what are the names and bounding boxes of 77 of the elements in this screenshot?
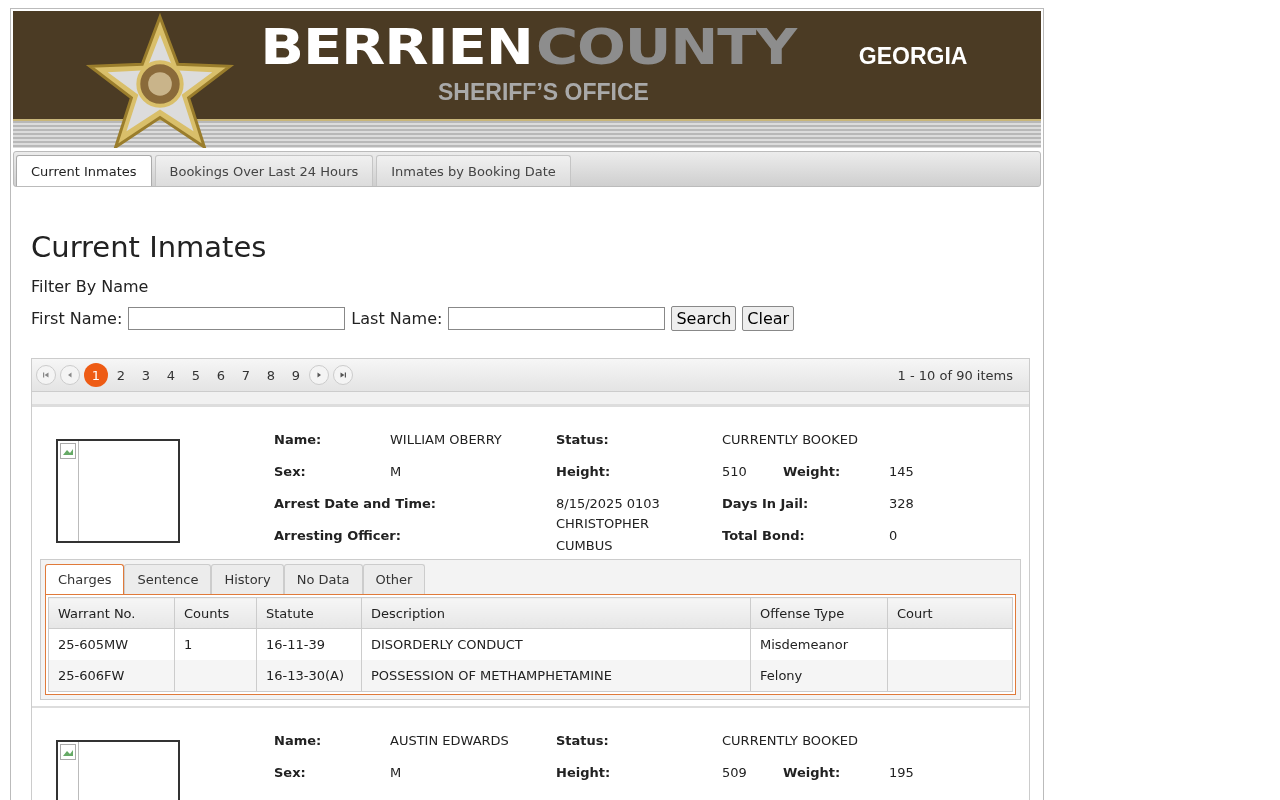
field-label: Status: — [556, 431, 610, 447]
page-link[interactable]: 7 — [234, 363, 258, 387]
page-title: Current Inmates — [31, 229, 268, 265]
column-header: Court — [887, 597, 1013, 629]
field-value: M — [390, 463, 403, 479]
filter-heading: Filter By Name — [31, 277, 150, 296]
field-label: Arrest Date and Time: — [274, 495, 438, 511]
table-cell: 16-11-39 — [266, 637, 325, 652]
page-link[interactable]: 3 — [134, 363, 158, 387]
column-header: Warrant No. — [48, 597, 175, 629]
field-value: CURRENTLY BOOKED — [722, 732, 860, 748]
detail-tab[interactable]: Sentence — [124, 564, 212, 594]
field-label: Name: — [274, 431, 323, 447]
banner-title: BERRIEN — [260, 21, 533, 73]
field-label: Sex: — [274, 764, 307, 780]
field-label: Sex: — [274, 463, 307, 479]
nav-tab[interactable]: Inmates by Booking Date — [376, 155, 571, 186]
table-cell: 1 — [184, 637, 193, 652]
field-value: AUSTIN EDWARDS — [390, 732, 510, 748]
page-link[interactable]: 4 — [159, 363, 183, 387]
field-label: Status: — [556, 732, 610, 748]
field-label: Arresting Officer: — [274, 527, 402, 543]
detail-tab[interactable]: History — [211, 564, 284, 594]
state-name: GEORGIA — [858, 43, 968, 70]
table-cell: 25-605MW — [58, 637, 129, 652]
detail-tab[interactable]: Other — [362, 564, 426, 594]
banner-subtitle: SHERIFF’S OFFICE — [438, 79, 650, 106]
detail-tab[interactable]: No Data — [283, 564, 363, 594]
column-header: Statute — [256, 597, 362, 629]
field-value: CURRENTLY BOOKED — [722, 431, 860, 447]
field-value: 195 — [889, 764, 915, 780]
field-value: 8/15/2025 0103 — [556, 495, 661, 511]
broken-image-icon — [60, 443, 76, 459]
page-link[interactable]: 5 — [184, 363, 208, 387]
column-header: Description — [361, 597, 751, 629]
field-value: 510 — [722, 463, 748, 479]
field-label: Weight: — [783, 764, 842, 780]
field-label: Name: — [274, 732, 323, 748]
field-label: Last Name: — [351, 309, 443, 328]
column-header: Offense Type — [750, 597, 888, 629]
next-page-icon[interactable] — [309, 365, 329, 385]
field-label: Height: — [556, 764, 612, 780]
field-label: Total Bond: — [722, 527, 806, 543]
first-name-field[interactable] — [128, 307, 346, 330]
field-label: Height: — [556, 463, 612, 479]
page-link[interactable]: 8 — [259, 363, 283, 387]
broken-image-icon — [60, 744, 76, 760]
filter-button[interactable]: Clear — [742, 306, 795, 331]
page-link[interactable]: 6 — [209, 363, 233, 387]
nav-tab[interactable]: Bookings Over Last 24 Hours — [154, 155, 374, 186]
table-cell: 16-13-30(A) — [266, 668, 345, 683]
first-page-icon[interactable] — [36, 365, 56, 385]
last-name-field[interactable] — [448, 307, 666, 330]
last-page-icon[interactable] — [333, 365, 353, 385]
table-cell: Misdemeanor — [760, 637, 849, 652]
field-value: CHRISTOPHER CUMBUS — [556, 515, 650, 555]
detail-tab[interactable]: Charges — [45, 564, 125, 594]
table-cell: 25-606FW — [58, 668, 125, 683]
pager-info: 1 - 10 of 90 items — [897, 367, 1013, 383]
field-value: M — [390, 764, 403, 780]
field-value: 145 — [889, 463, 915, 479]
column-header: Counts — [174, 597, 257, 629]
table-cell: POSSESSION OF METHAMPHETAMINE — [371, 668, 612, 683]
filter-button[interactable]: Search — [671, 306, 737, 331]
field-value: WILLIAM OBERRY — [390, 431, 503, 447]
table-cell: Felony — [760, 668, 803, 683]
field-label: Days In Jail: — [722, 495, 810, 511]
table-cell: DISORDERLY CONDUCT — [371, 637, 523, 652]
field-value: 328 — [889, 495, 915, 511]
field-label: Weight: — [783, 463, 842, 479]
page-link[interactable]: 2 — [109, 363, 133, 387]
field-label: First Name: — [31, 309, 123, 328]
banner-title: COUNTY — [535, 21, 796, 73]
field-value: 509 — [722, 764, 748, 780]
page-link[interactable]: 9 — [284, 363, 308, 387]
nav-tab[interactable]: Current Inmates — [16, 155, 152, 186]
field-value: 0 — [889, 527, 899, 543]
